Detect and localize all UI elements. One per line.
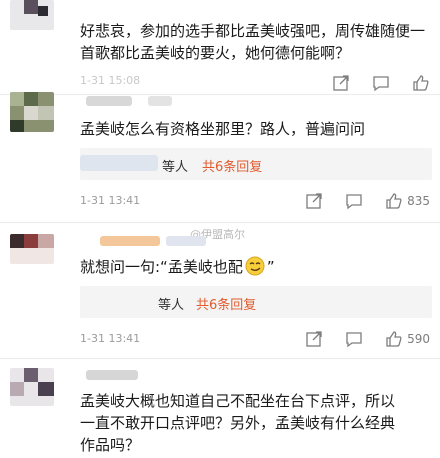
reply-prefix: 等人 [162, 160, 189, 175]
comment-actions: 835 [305, 192, 430, 210]
reply-count[interactable]: 共6条回复 [202, 156, 262, 175]
like-icon [386, 193, 402, 209]
comment-text: 好悲哀，参加的选手都比孟美岐强吧，周传雄随便一首歌都比孟美岐的要火，她何德何能啊… [80, 22, 426, 62]
like-button[interactable]: 590 [385, 330, 430, 348]
divider [0, 358, 440, 359]
username[interactable] [100, 236, 160, 246]
share-icon[interactable] [332, 74, 350, 92]
comment-icon[interactable] [345, 192, 363, 210]
comment-text-line-2: 一直不敢开口点评吧？另外，孟美岐有什么经典 [80, 414, 396, 432]
comment-text: 孟美岐怎么有资格坐那里？路人，普遍问问 [80, 120, 366, 138]
username[interactable] [148, 96, 172, 106]
avatar[interactable] [10, 368, 54, 406]
reply-summary[interactable]: 等人 共6条回复 [80, 148, 432, 180]
avatar[interactable] [10, 92, 54, 132]
emoji-smirk-icon [245, 256, 265, 282]
avatar[interactable] [10, 0, 54, 30]
username[interactable] [166, 236, 206, 246]
comment-actions: 590 [305, 330, 430, 348]
comment-icon[interactable] [345, 330, 363, 348]
username[interactable] [86, 370, 138, 380]
share-icon[interactable] [305, 330, 323, 348]
share-icon[interactable] [305, 192, 323, 210]
username[interactable] [86, 96, 132, 106]
like-count: 590 [407, 332, 430, 346]
reply-summary[interactable]: 等人 共6条回复 [80, 286, 432, 318]
divider [0, 222, 440, 223]
comment-actions [332, 74, 430, 92]
comment-text-main: 就想问一句:“孟美岐也配 [80, 258, 243, 276]
comment-text: 就想问一句:“孟美岐也配 ” [80, 256, 432, 282]
comment-text-line-1: 孟美岐大概也知道自己不配坐在台下点评，所以 [80, 392, 396, 410]
timestamp: 1-31 13:41 [80, 194, 141, 207]
like-button[interactable]: 835 [385, 192, 430, 210]
divider [0, 94, 440, 95]
comment-text-line-3: 作品吗？ [80, 436, 141, 454]
reply-prefix: 等人 [158, 298, 185, 313]
like-icon [386, 331, 402, 347]
reply-avatars [80, 155, 158, 171]
like-icon[interactable] [412, 74, 430, 92]
comment-icon[interactable] [372, 74, 390, 92]
avatar[interactable] [10, 234, 54, 264]
timestamp: 1-31 13:41 [80, 332, 141, 345]
like-count: 835 [407, 194, 430, 208]
reply-count[interactable]: 共6条回复 [196, 294, 256, 313]
comment-text-end: ” [266, 258, 275, 276]
timestamp: 1-31 15:08 [80, 74, 141, 87]
